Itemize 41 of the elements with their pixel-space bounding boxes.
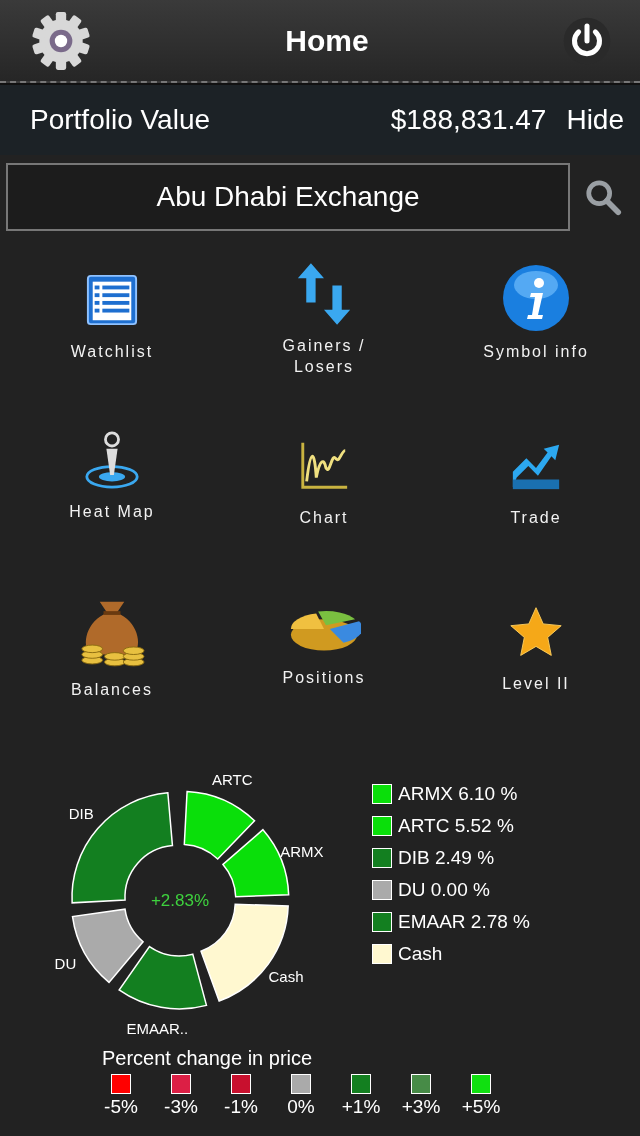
legend-label: ARMX 6.10 %: [398, 783, 518, 805]
menu-item[interactable]: Level II: [502, 673, 570, 694]
menu-item[interactable]: Heat Map: [69, 501, 155, 522]
legend-label: EMAAR 2.78 %: [398, 911, 530, 933]
total-change: +2.83%: [150, 891, 210, 910]
star-icon: [509, 605, 563, 659]
menu-item[interactable]: Watchlist: [70, 341, 154, 362]
scale-label: -1%: [224, 1096, 258, 1118]
scale-label: +3%: [401, 1096, 441, 1118]
screen-title: Home: [285, 23, 369, 58]
search-icon[interactable]: [584, 178, 622, 216]
scale-label: -5%: [104, 1096, 138, 1118]
settings-icon[interactable]: [30, 9, 92, 72]
menu-item[interactable]: Symbol info: [483, 341, 589, 362]
scale-label: 0%: [287, 1096, 315, 1118]
portfolio-value: $188,831.47: [390, 104, 547, 136]
legend-label: DU 0.00 %: [398, 879, 490, 901]
legend-label: Cash: [398, 943, 443, 965]
legend-label: ARTC 5.52 %: [398, 815, 514, 837]
slice-label: ARMX: [280, 843, 324, 860]
portfolio-label: Portfolio Value: [30, 104, 212, 136]
slice-label: DU: [54, 954, 77, 972]
menu-item[interactable]: Trade: [510, 507, 562, 528]
hide-button[interactable]: Hide: [566, 104, 624, 136]
slice-label: EMAAR..: [126, 1020, 189, 1037]
menu-item[interactable]: Gainers / Losers: [282, 335, 366, 377]
legend-label: DIB 2.49 %: [398, 847, 495, 869]
slice-label: DIB: [68, 805, 94, 823]
scale-label: +1%: [341, 1096, 381, 1118]
slice-label: Cash: [268, 968, 304, 985]
exchange-selector[interactable]: Abu Dhabi Exchange: [6, 163, 570, 231]
scale-label: +5%: [461, 1096, 501, 1118]
up-down-arrows-icon: [296, 261, 352, 327]
list-icon: [85, 273, 139, 327]
menu-item[interactable]: Balances: [71, 679, 153, 700]
scale-label: -3%: [164, 1096, 198, 1118]
info-icon: [501, 263, 571, 333]
slice-label: ARTC: [211, 770, 253, 788]
scale-title: Percent change in price: [102, 1047, 314, 1070]
menu-item[interactable]: Positions: [282, 667, 366, 688]
menu-item[interactable]: Chart: [299, 507, 349, 528]
